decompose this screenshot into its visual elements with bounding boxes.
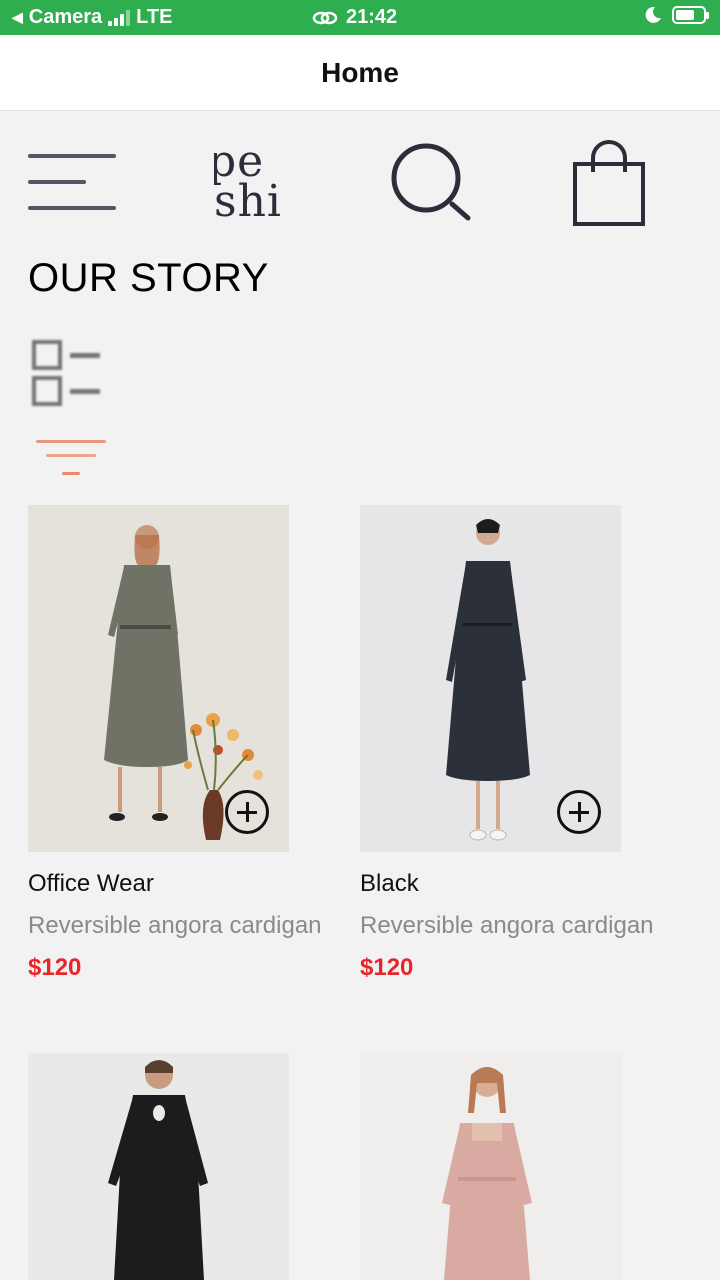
section-title: OUR STORY	[28, 256, 269, 300]
product-price: $120	[28, 954, 82, 981]
model-illustration	[442, 1067, 532, 1280]
status-left: ◀ Camera LTE	[12, 6, 172, 29]
product-description: Reversible angora cardigan	[360, 912, 654, 939]
list-view-icon[interactable]	[30, 338, 104, 410]
product-photo[interactable]	[28, 1053, 289, 1280]
product-name[interactable]: Black	[360, 870, 690, 898]
status-right	[644, 6, 709, 24]
search-icon[interactable]	[390, 142, 474, 222]
moon-icon	[645, 6, 661, 23]
product-photo[interactable]	[28, 505, 289, 852]
product-card[interactable]	[360, 1053, 690, 1280]
product-photo[interactable]	[360, 1053, 621, 1280]
product-card[interactable]	[28, 1053, 358, 1280]
model-illustration	[108, 1060, 208, 1280]
clock: 21:42	[346, 6, 398, 28]
network-label: LTE	[136, 6, 173, 28]
product-card[interactable]: Black Reversible angora cardigan $120	[360, 505, 690, 982]
back-app-label[interactable]: Camera	[29, 6, 102, 29]
product-card[interactable]: Office Wear Reversible angora cardigan $…	[28, 505, 358, 982]
add-to-cart-button[interactable]	[557, 790, 601, 834]
filter-icon[interactable]	[36, 436, 108, 480]
product-description: Reversible angora cardigan	[28, 912, 322, 939]
battery-icon	[672, 6, 709, 24]
page-title: Home	[321, 56, 399, 88]
link-icon	[312, 11, 338, 24]
status-bar: ◀ Camera LTE 21:42	[0, 0, 720, 35]
signal-icon	[108, 9, 131, 26]
nav-header: Home	[0, 35, 720, 111]
shopping-bag-icon[interactable]	[572, 138, 646, 228]
product-name[interactable]: Office Wear	[28, 870, 358, 898]
add-to-cart-button[interactable]	[225, 790, 269, 834]
brand-logo[interactable]: pe shi	[214, 138, 304, 230]
logo-line-2: shi	[214, 176, 282, 227]
back-arrow-icon[interactable]: ◀	[12, 9, 23, 26]
product-price: $120	[360, 954, 414, 981]
hamburger-menu-icon[interactable]	[28, 154, 116, 214]
product-photo[interactable]	[360, 505, 621, 852]
status-center: 21:42	[312, 6, 397, 29]
